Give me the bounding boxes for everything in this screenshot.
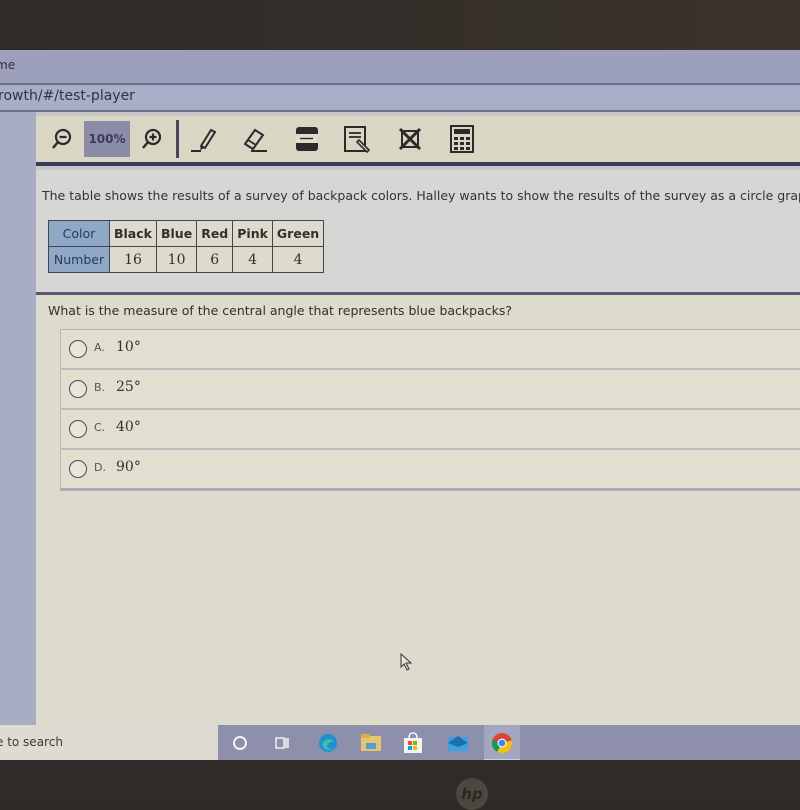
zoom-out-icon [52, 128, 72, 149]
edge-button[interactable] [316, 731, 340, 755]
cortana-icon [233, 736, 247, 750]
cell-color: Green [271, 220, 325, 247]
choice-value: 10° [116, 339, 141, 355]
notepad-icon [344, 126, 371, 154]
eraser-button[interactable] [238, 123, 270, 155]
radio-button[interactable] [69, 420, 87, 438]
line-reader-icon [296, 127, 318, 151]
monitor-bezel-bottom [0, 761, 800, 800]
cell-number: 10 [155, 246, 198, 273]
choice-letter: C. [94, 421, 106, 434]
edge-icon [319, 734, 337, 752]
calculator-icon [450, 125, 474, 153]
table-row-color: Color Black Blue Red Pink Green [48, 220, 325, 247]
row-header-color: Color [48, 220, 110, 247]
mail-button[interactable] [446, 731, 470, 755]
browser-tab-strip: me [0, 50, 800, 85]
radio-button[interactable] [69, 380, 87, 398]
mail-icon [448, 736, 468, 751]
hp-logo: hp [456, 778, 488, 810]
store-button[interactable] [401, 731, 425, 755]
highlighter-icon [191, 128, 217, 152]
calculator-button[interactable] [446, 123, 478, 155]
choice-value: 25° [116, 379, 141, 395]
highlighter-button[interactable] [188, 123, 220, 155]
mouse-cursor-icon [400, 653, 413, 671]
screen: me rowth/#/test-player 100% The table sh… [0, 50, 800, 760]
cell-number: 6 [196, 246, 234, 273]
cortana-button[interactable] [228, 731, 252, 755]
answer-eliminator-icon [398, 127, 422, 151]
cell-color: Black [109, 220, 157, 247]
choice-b[interactable]: B. 25° [61, 370, 800, 410]
taskbar-search-box[interactable]: e to search [0, 725, 218, 760]
choice-letter: B. [94, 381, 106, 394]
passage-text: The table shows the results of a survey … [42, 188, 800, 203]
chrome-button[interactable] [490, 731, 514, 755]
store-icon [404, 732, 422, 753]
question-text: What is the measure of the central angle… [48, 303, 513, 318]
monitor-bezel-top [0, 0, 800, 52]
zoom-level: 100% [84, 121, 130, 157]
zoom-in-button[interactable] [136, 123, 168, 155]
passage-panel: The table shows the results of a survey … [36, 170, 800, 295]
tab-title[interactable]: me [0, 58, 15, 72]
cell-color: Pink [232, 220, 273, 247]
choice-c[interactable]: C. 40° [61, 410, 800, 450]
radio-button[interactable] [69, 460, 87, 478]
zoom-in-icon [142, 128, 162, 149]
answer-eliminator-button[interactable] [394, 123, 426, 155]
answer-choices: A. 10° B. 25° C. 40° D. 90° [60, 329, 800, 491]
file-explorer-button[interactable] [359, 731, 383, 755]
toolbar-divider [176, 120, 179, 158]
table-row-number: Number 16 10 6 4 4 [48, 246, 325, 273]
file-explorer-icon [361, 734, 381, 751]
choice-letter: D. [94, 461, 106, 474]
choice-value: 90° [116, 459, 141, 475]
address-bar[interactable]: rowth/#/test-player [0, 85, 800, 112]
line-reader-button[interactable] [291, 123, 323, 155]
task-view-icon [275, 737, 289, 749]
eraser-icon [243, 128, 267, 152]
cell-number: 4 [232, 246, 273, 273]
search-placeholder: e to search [0, 735, 63, 749]
cell-color: Red [196, 220, 234, 247]
taskbar: e to search [0, 725, 800, 760]
choice-a[interactable]: A. 10° [61, 330, 800, 370]
left-gutter [0, 112, 36, 732]
test-toolbar: 100% [36, 116, 800, 166]
task-view-button[interactable] [270, 731, 294, 755]
cell-number: 4 [271, 246, 325, 273]
cell-color: Blue [155, 220, 198, 247]
question-panel: What is the measure of the central angle… [36, 295, 800, 735]
choice-d[interactable]: D. 90° [61, 450, 800, 488]
zoom-out-button[interactable] [46, 123, 78, 155]
row-header-number: Number [48, 246, 110, 273]
notepad-button[interactable] [341, 123, 373, 155]
radio-button[interactable] [69, 340, 87, 358]
choice-value: 40° [116, 419, 141, 435]
chrome-icon [491, 733, 513, 754]
cell-number: 16 [109, 246, 157, 273]
choice-letter: A. [94, 341, 105, 354]
url-text[interactable]: rowth/#/test-player [0, 88, 135, 104]
survey-table: Color Black Blue Red Pink Green Number 1… [48, 220, 325, 273]
